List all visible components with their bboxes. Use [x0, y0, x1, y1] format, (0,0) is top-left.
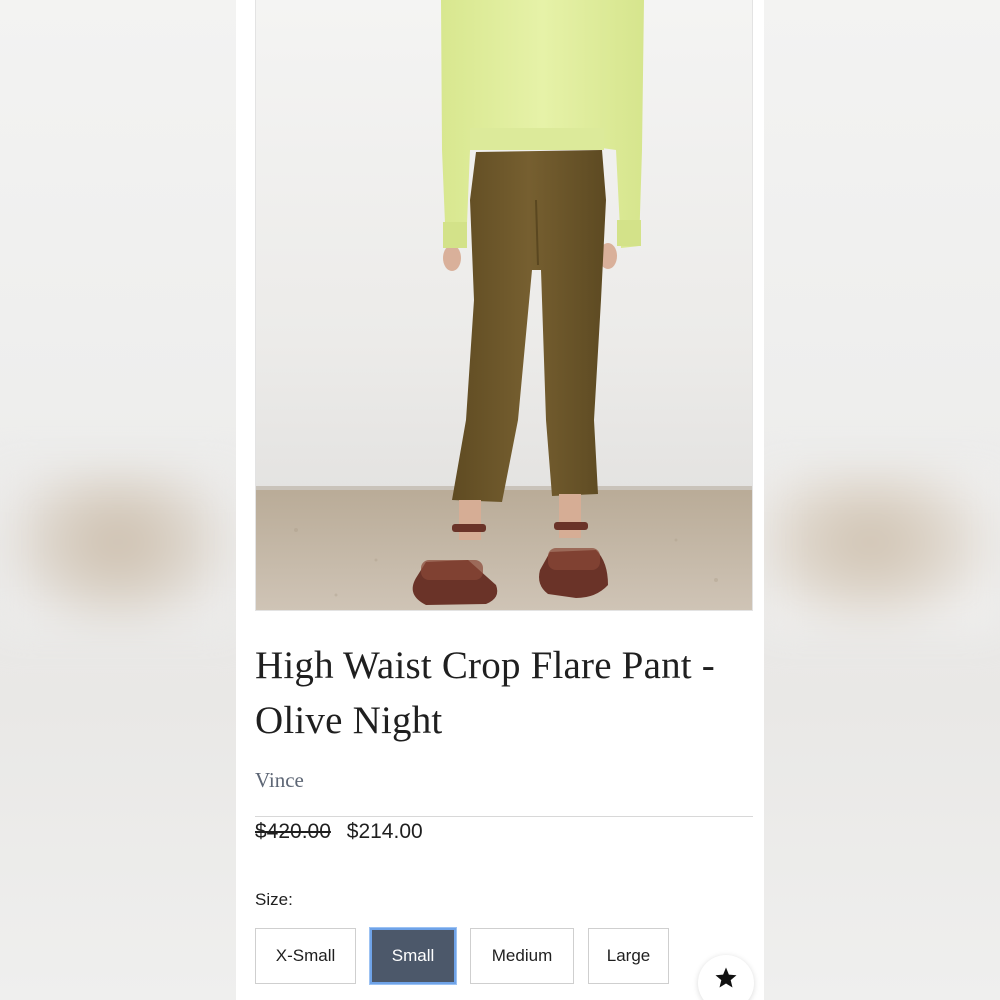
- product-title: High Waist Crop Flare Pant - Olive Night: [255, 644, 715, 742]
- size-option-small[interactable]: Small: [370, 928, 456, 984]
- product-photo[interactable]: [255, 0, 753, 611]
- size-option-medium[interactable]: Medium: [470, 928, 574, 984]
- price-row: $420.00 $214.00: [255, 820, 423, 844]
- divider: [255, 816, 753, 817]
- size-option-x-small[interactable]: X-Small: [255, 928, 356, 984]
- left-blurred-backdrop: [0, 0, 236, 1000]
- size-label: Size:: [255, 890, 293, 909]
- right-blurred-backdrop: [764, 0, 1000, 1000]
- size-option-large[interactable]: Large: [588, 928, 669, 984]
- brand-link[interactable]: Vince: [255, 768, 304, 793]
- original-price: $420.00: [255, 820, 331, 843]
- sale-price: $214.00: [346, 820, 423, 843]
- product-page: High Waist Crop Flare Pant - Olive Night…: [236, 0, 764, 1000]
- size-options: X-Small Small Medium Large: [255, 928, 669, 984]
- star-icon: [715, 967, 737, 988]
- favorite-button[interactable]: [698, 955, 754, 1000]
